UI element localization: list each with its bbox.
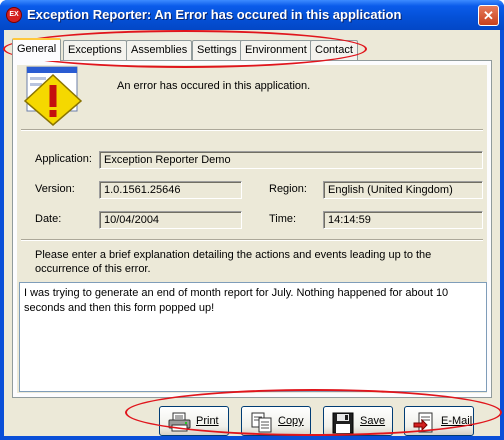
- general-tab-panel: An error has occured in this application…: [12, 60, 492, 398]
- explanation-textarea[interactable]: I was trying to generate an end of month…: [19, 282, 487, 392]
- date-label: Date:: [35, 213, 62, 225]
- tab-contact[interactable]: Contact: [310, 40, 358, 60]
- window-title: Exception Reporter: An Error has occured…: [27, 7, 402, 22]
- time-field: 14:14:59: [323, 211, 483, 229]
- copy-icon: [251, 412, 272, 433]
- print-label: Print: [196, 415, 219, 427]
- email-icon: [413, 412, 433, 433]
- printer-icon: [168, 412, 191, 432]
- tab-assemblies[interactable]: Assemblies: [126, 40, 193, 60]
- print-button[interactable]: Print: [159, 406, 229, 436]
- application-field: Exception Reporter Demo: [99, 151, 483, 169]
- application-label: Application:: [35, 153, 92, 165]
- close-button[interactable]: ✕: [478, 5, 499, 26]
- tab-settings[interactable]: Settings: [192, 40, 242, 60]
- save-button[interactable]: Save: [323, 406, 393, 436]
- time-label: Time:: [269, 213, 297, 225]
- separator: [21, 129, 483, 131]
- explanation-prompt: Please enter a brief explanation detaili…: [35, 249, 432, 275]
- version-field: 1.0.1561.25646: [99, 181, 242, 199]
- tab-general[interactable]: General: [12, 38, 62, 61]
- copy-button[interactable]: Copy: [241, 406, 311, 436]
- warning-icon: [23, 66, 83, 126]
- region-label: Region:: [269, 183, 307, 195]
- client-area: General Exceptions Assemblies Settings E…: [4, 30, 500, 436]
- separator: [21, 239, 483, 241]
- error-message: An error has occured in this application…: [117, 80, 311, 92]
- save-label: Save: [360, 415, 386, 427]
- version-label: Version:: [35, 183, 75, 195]
- tab-exceptions[interactable]: Exceptions: [63, 40, 127, 60]
- floppy-disk-icon: [332, 412, 354, 434]
- general-panel-body: An error has occured in this application…: [17, 65, 487, 393]
- tab-environment[interactable]: Environment: [240, 40, 312, 60]
- exception-reporter-window: EX Exception Reporter: An Error has occu…: [0, 0, 504, 440]
- email-label: E-Mail: [441, 415, 473, 427]
- email-button[interactable]: E-Mail: [404, 406, 474, 436]
- date-field: 10/04/2004: [99, 211, 242, 229]
- title-bar[interactable]: EX Exception Reporter: An Error has occu…: [0, 0, 504, 30]
- region-field: English (United Kingdom): [323, 181, 483, 199]
- app-icon: EX: [6, 7, 22, 23]
- copy-label: Copy: [278, 415, 304, 427]
- action-toolbar: Print Copy Save E-Mail: [4, 398, 500, 436]
